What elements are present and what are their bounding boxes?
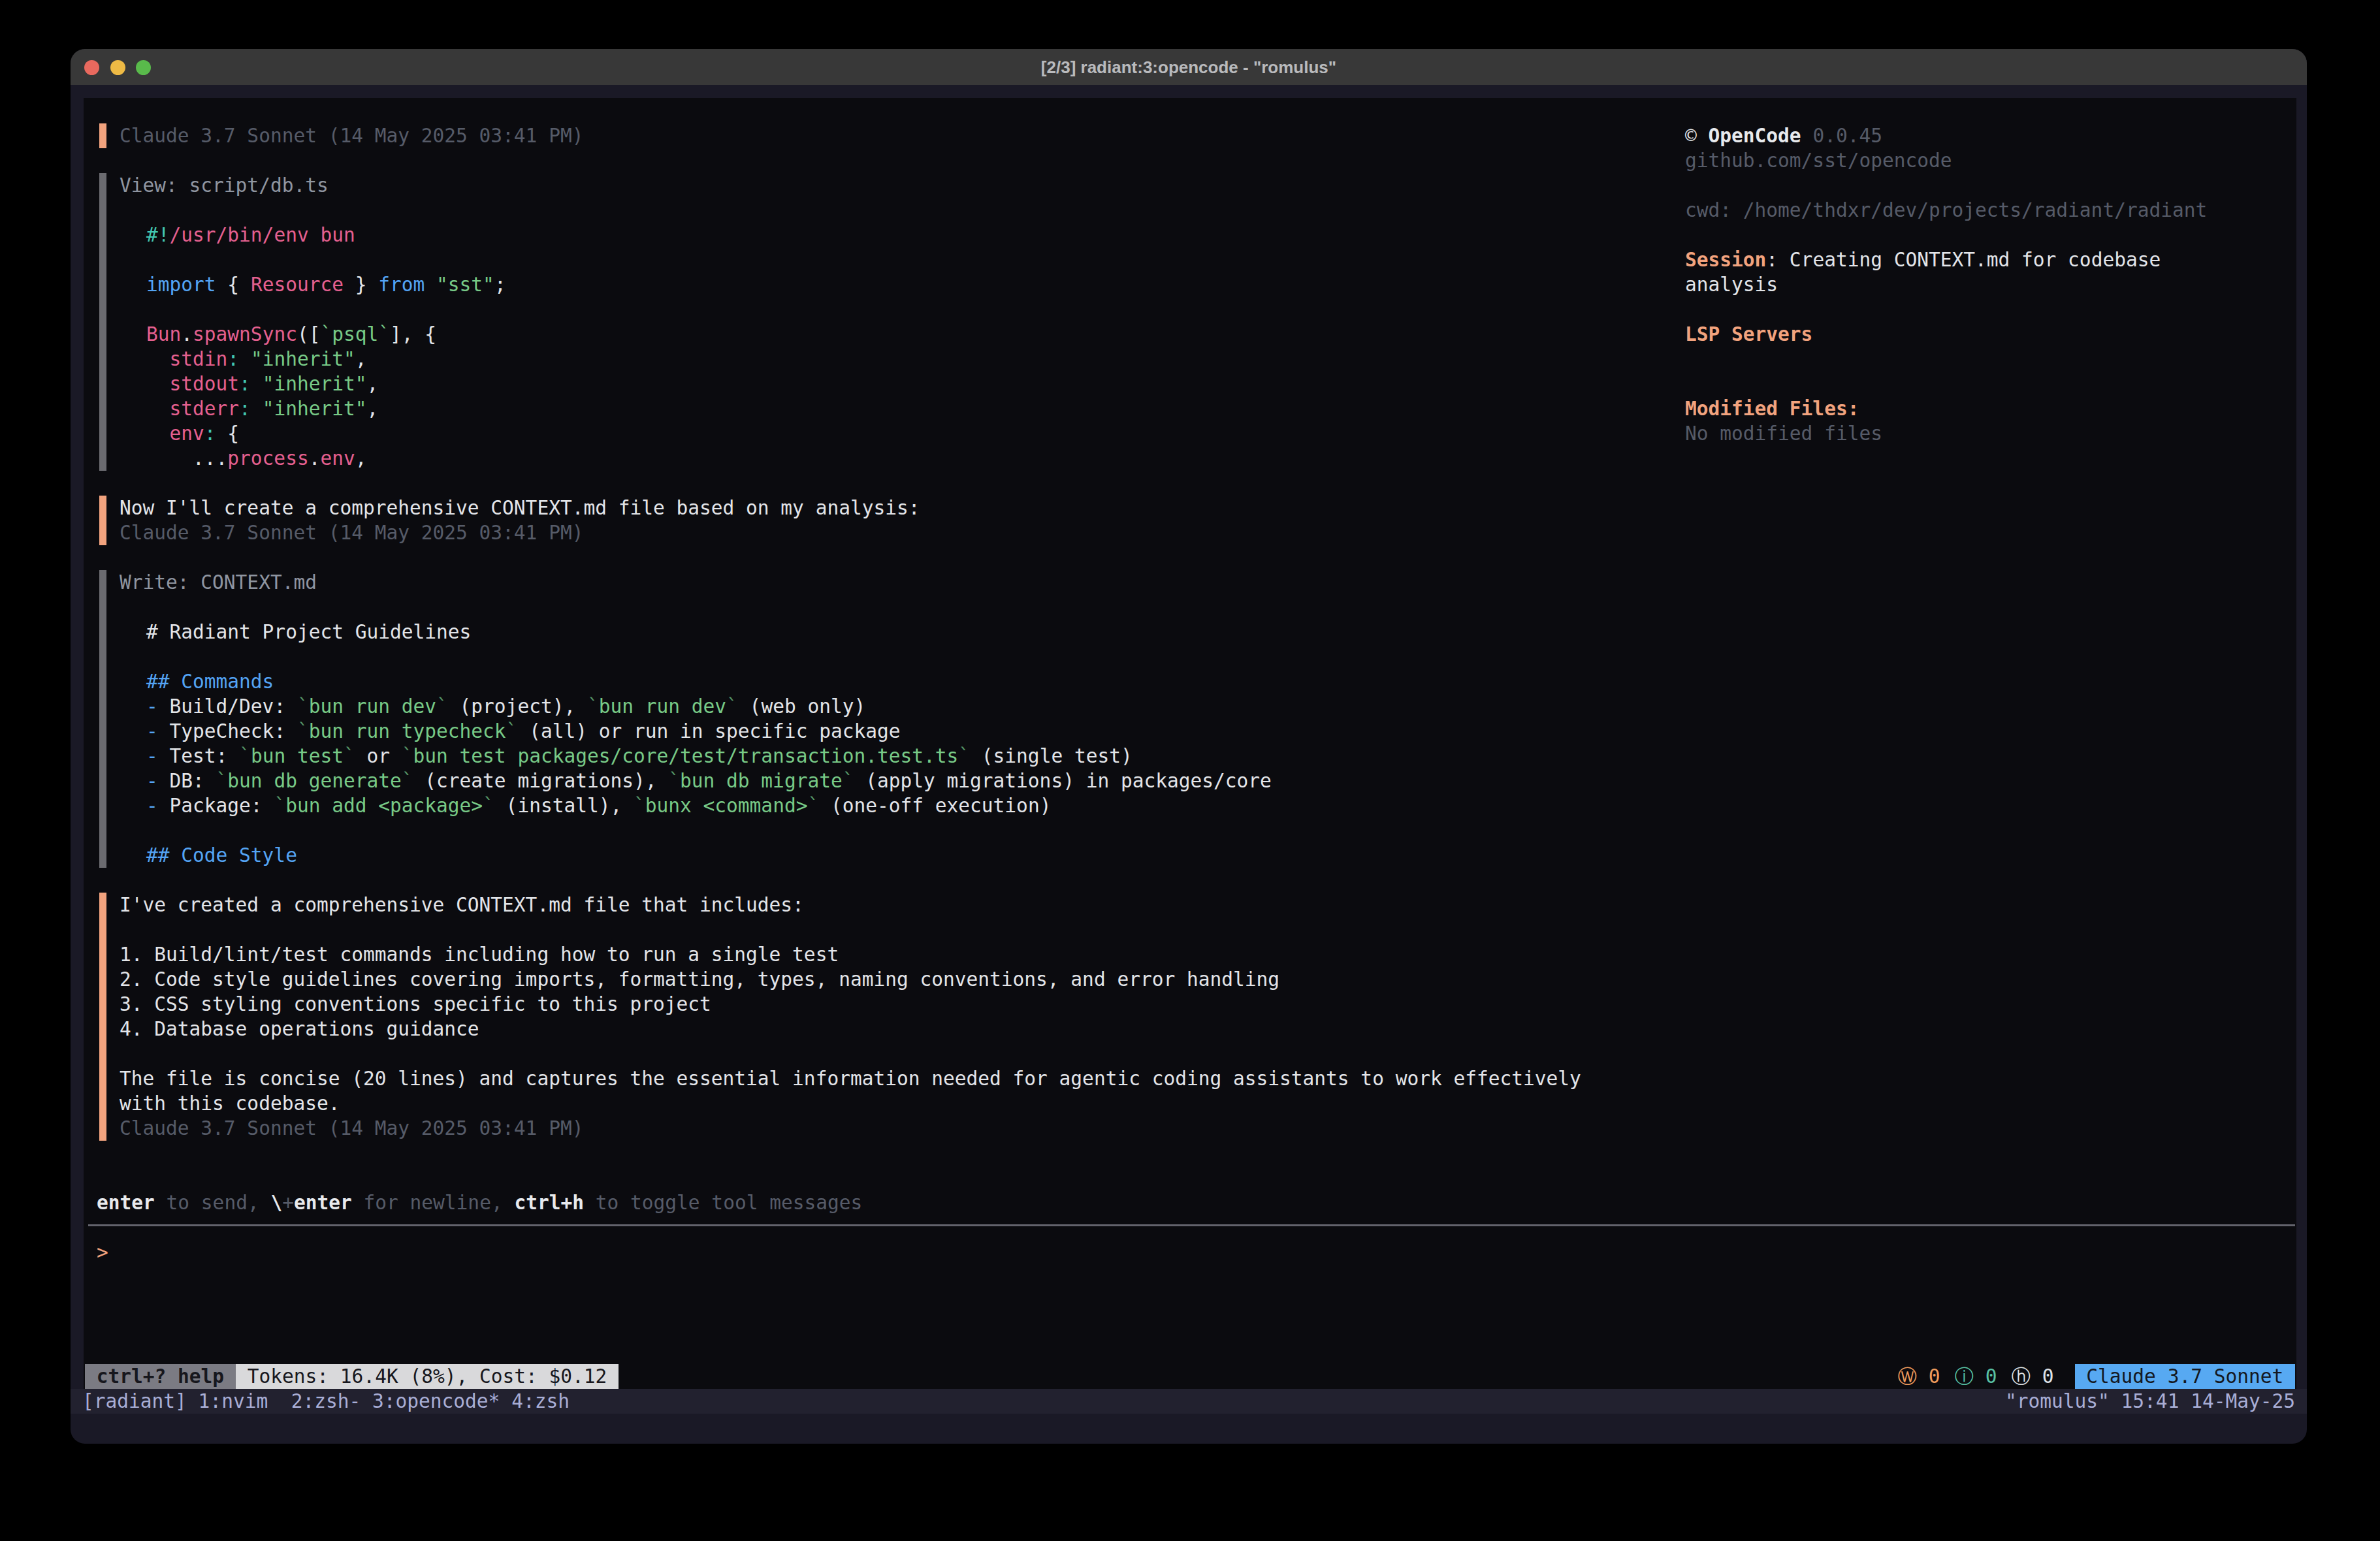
transcript-row: ...process.env,	[146, 446, 366, 471]
warning-count: Ⓦ 0	[1897, 1364, 1940, 1389]
transcript-row: enter to send, \+enter for newline, ctrl…	[97, 1190, 862, 1215]
transcript-row: #!/usr/bin/env bun	[146, 223, 355, 247]
terminal-window: [2/3] radiant:3:opencode - "romulus" Cla…	[71, 49, 2307, 1444]
input-separator	[88, 1224, 2295, 1226]
help-keybind-chip: ctrl+? help	[85, 1364, 236, 1389]
tool-accent-bar	[99, 570, 106, 868]
transcript-row: stdin: "inherit",	[146, 347, 367, 372]
message-accent-bar	[99, 893, 106, 1141]
transcript-row: stderr: "inherit",	[146, 396, 378, 421]
transcript-row: I've created a comprehensive CONTEXT.md …	[120, 893, 804, 917]
minimize-button[interactable]	[110, 60, 125, 75]
transcript-row: Bun.spawnSync([`psql`], {	[146, 322, 436, 347]
tmux-session-clock: "romulus" 15:41 14-May-25	[2005, 1389, 2295, 1414]
transcript-row: stdout: "inherit",	[146, 372, 378, 396]
close-button[interactable]	[84, 60, 99, 75]
tokens-cost-chip: Tokens: 16.4K (8%), Cost: $0.12	[236, 1364, 619, 1389]
transcript-row: - Test: `bun test` or `bun test packages…	[146, 744, 1133, 769]
session-info-row: analysis	[1685, 272, 1778, 297]
transcript-row: env: {	[146, 421, 239, 446]
transcript-row: - TypeCheck: `bun run typecheck` (all) o…	[146, 719, 900, 744]
zoom-button[interactable]	[136, 60, 151, 75]
transcript-row: 4. Database operations guidance	[120, 1017, 479, 1041]
transcript-row: ## Code Style	[146, 843, 297, 868]
transcript-row: The file is concise (20 lines) and captu…	[120, 1066, 1581, 1091]
transcript-row: import { Resource } from "sst";	[146, 272, 506, 297]
session-info-row: Modified Files:	[1685, 396, 1859, 421]
transcript-row: ## Commands	[146, 669, 274, 694]
session-info-row: github.com/sst/opencode	[1685, 148, 1952, 173]
tmux-status-bar: [radiant] 1:nvim 2:zsh- 3:opencode* 4:zs…	[71, 1389, 2307, 1414]
tmux-windows-list[interactable]: [radiant] 1:nvim 2:zsh- 3:opencode* 4:zs…	[82, 1389, 570, 1414]
transcript-row: View: script/db.ts	[120, 173, 329, 198]
transcript-row: with this codebase.	[120, 1091, 340, 1116]
transcript-row: Claude 3.7 Sonnet (14 May 2025 03:41 PM)	[120, 1116, 583, 1141]
model-badge: Claude 3.7 Sonnet	[2075, 1364, 2295, 1389]
session-info-row: No modified files	[1685, 421, 1882, 446]
transcript-row: Now I'll create a comprehensive CONTEXT.…	[120, 496, 920, 520]
info-count: ⓘ 0	[1954, 1364, 1997, 1389]
transcript-row: - DB: `bun db generate` (create migratio…	[146, 769, 1272, 793]
session-info-row: Session: Creating CONTEXT.md for codebas…	[1685, 247, 2161, 272]
window-title: [2/3] radiant:3:opencode - "romulus"	[71, 49, 2307, 86]
transcript-row: Claude 3.7 Sonnet (14 May 2025 03:41 PM)	[120, 123, 583, 148]
message-accent-bar	[99, 123, 106, 148]
transcript-row: # Radiant Project Guidelines	[146, 620, 471, 644]
session-info-row: LSP Servers	[1685, 322, 1812, 347]
window-titlebar: [2/3] radiant:3:opencode - "romulus"	[71, 49, 2307, 85]
transcript-row: 1. Build/lint/test commands including ho…	[120, 942, 839, 967]
transcript-row: - Build/Dev: `bun run dev` (project), `b…	[146, 694, 865, 719]
session-info-row: cwd: /home/thdxr/dev/projects/radiant/ra…	[1685, 198, 2207, 223]
transcript-row: 2. Code style guidelines covering import…	[120, 967, 1279, 992]
transcript-row: - Package: `bun add <package>` (install)…	[146, 793, 1051, 818]
diagnostics-counters: Ⓦ 0 ⓘ 0 ⓗ 0 Claude 3.7 Sonnet	[1897, 1364, 2295, 1389]
opencode-status-bar: ctrl+? help Tokens: 16.4K (8%), Cost: $0…	[71, 1364, 2307, 1389]
hint-count: ⓗ 0	[2012, 1364, 2054, 1389]
transcript-row: 3. CSS styling conventions specific to t…	[120, 992, 711, 1017]
prompt-input-line[interactable]: >	[97, 1240, 108, 1265]
message-accent-bar	[99, 496, 106, 545]
tool-accent-bar	[99, 173, 106, 471]
transcript-row: Write: CONTEXT.md	[120, 570, 317, 595]
transcript-row: Claude 3.7 Sonnet (14 May 2025 03:41 PM)	[120, 520, 583, 545]
session-info-row: © OpenCode 0.0.45	[1685, 123, 1882, 148]
